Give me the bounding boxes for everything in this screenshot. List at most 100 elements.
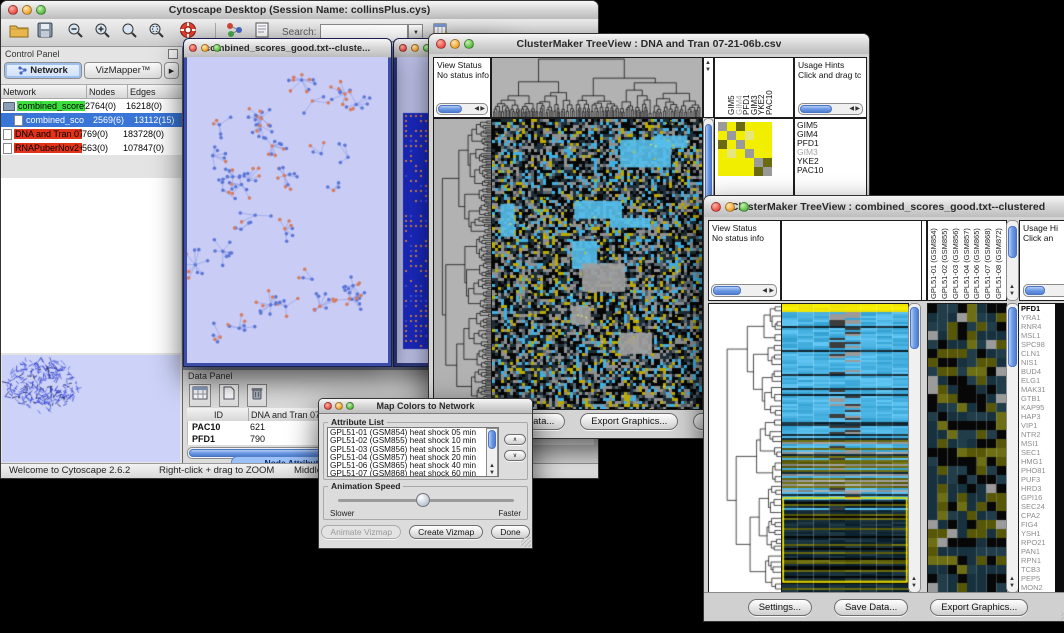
gene-label[interactable]: CLN1 xyxy=(1021,349,1055,358)
scroll-up-icon[interactable]: ▲ xyxy=(705,60,711,66)
gene-label[interactable]: VIP1 xyxy=(1021,421,1055,430)
gene-label[interactable]: SEC1 xyxy=(1021,448,1055,457)
gene-label[interactable]: RPO21 xyxy=(1021,538,1055,547)
zoom-window-icon[interactable] xyxy=(464,39,474,49)
attribute-list-item[interactable]: GPL51-07 (GSM868) heat shock 60 min xyxy=(330,470,496,477)
gene-label[interactable]: GPI16 xyxy=(1021,493,1055,502)
tv2-column-dendrogram[interactable] xyxy=(781,220,922,301)
network-table-row[interactable]: combined_scores_ 2764(0) 16218(0) xyxy=(1,99,182,113)
gene-label[interactable]: FIG4 xyxy=(1021,520,1055,529)
zoom-window-icon[interactable] xyxy=(346,402,354,410)
close-icon[interactable] xyxy=(8,5,18,15)
gene-label[interactable]: YSH1 xyxy=(1021,529,1055,538)
attribute-move-up-button[interactable]: ∧ xyxy=(504,434,526,445)
treeview2-button[interactable]: Save Data... xyxy=(834,599,908,616)
tv2-usage-scrollbar[interactable] xyxy=(1023,284,1064,297)
network-canvas-1[interactable] xyxy=(187,57,388,363)
tv1-column-label[interactable]: YKE2 xyxy=(757,60,765,115)
save-icon[interactable] xyxy=(37,22,53,43)
gene-label[interactable]: BUD4 xyxy=(1021,367,1055,376)
close-icon[interactable] xyxy=(189,44,197,52)
gene-label[interactable]: MSL1 xyxy=(1021,331,1055,340)
tv2-status-scrollbar[interactable]: ◀ ▶ xyxy=(711,284,777,297)
attribute-list-scrollbar[interactable]: ▲ ▼ xyxy=(486,428,498,477)
resize-grip[interactable] xyxy=(521,537,531,547)
gene-label[interactable]: HMG1 xyxy=(1021,457,1055,466)
gene-label[interactable]: TCB3 xyxy=(1021,565,1055,574)
tv1-row-label[interactable]: PAC10 xyxy=(797,166,865,175)
attribute-move-down-button[interactable]: ∨ xyxy=(504,450,526,461)
tv2-heatmap-vscrollbar[interactable]: ▲ ▼ xyxy=(908,303,921,593)
tv1-column-scrollbar[interactable]: ▲ ▼ xyxy=(703,57,714,118)
gene-label[interactable]: NTR2 xyxy=(1021,430,1055,439)
tv2-column-label[interactable]: GPL51-06 (GSM865) xyxy=(972,222,983,299)
scroll-left-icon[interactable]: ◀ xyxy=(849,106,854,112)
minimize-icon[interactable] xyxy=(450,39,460,49)
zoom-window-icon[interactable] xyxy=(213,44,221,52)
tv2-column-label[interactable]: GPL51-03 (GSM856) xyxy=(951,222,962,299)
minimize-icon[interactable] xyxy=(201,44,209,52)
minimize-icon[interactable] xyxy=(411,44,419,52)
gene-label[interactable]: HRD3 xyxy=(1021,484,1055,493)
tv2-heatmap[interactable] xyxy=(781,303,909,593)
scroll-right-icon[interactable]: ▶ xyxy=(769,288,774,294)
network-table-row[interactable]: RNAPuberNov2+ 563(0) 107847(0) xyxy=(1,141,182,155)
scroll-up-icon[interactable]: ▲ xyxy=(489,463,495,469)
scroll-left-icon[interactable]: ◀ xyxy=(762,288,767,294)
gene-label[interactable]: GTB1 xyxy=(1021,394,1055,403)
gene-label[interactable]: KAP95 xyxy=(1021,403,1055,412)
scroll-down-icon[interactable]: ▼ xyxy=(1009,291,1015,297)
tab-vizmapper[interactable]: VizMapper™ xyxy=(84,62,162,79)
animate-vizmap-button[interactable]: Animate Vizmap xyxy=(321,525,401,539)
tv2-column-label[interactable]: GPL51-04 (GSM857) xyxy=(962,222,973,299)
gene-label[interactable]: PEP5 xyxy=(1021,574,1055,583)
gene-label[interactable]: SPC98 xyxy=(1021,340,1055,349)
minimize-icon[interactable] xyxy=(335,402,343,410)
scroll-up-icon[interactable]: ▲ xyxy=(1009,284,1015,290)
close-icon[interactable] xyxy=(324,402,332,410)
scroll-up-icon[interactable]: ▲ xyxy=(911,576,917,582)
dialog-title-bar[interactable]: Map Colors to Network xyxy=(319,399,532,414)
birdseye-canvas[interactable] xyxy=(2,355,180,462)
treeview2-title-bar[interactable]: ClusterMaker TreeView : combined_scores_… xyxy=(704,196,1064,218)
scroll-left-icon[interactable]: ◀ xyxy=(474,106,479,112)
tv1-column-label[interactable]: PAC10 xyxy=(765,60,773,115)
gene-label[interactable]: PAN1 xyxy=(1021,547,1055,556)
treeview1-title-bar[interactable]: ClusterMaker TreeView : DNA and Tran 07-… xyxy=(429,34,869,55)
delete-attribute-trash-icon[interactable] xyxy=(247,384,267,407)
treeview2-button[interactable]: Export Graphics... xyxy=(930,599,1028,616)
gene-label[interactable]: HAP3 xyxy=(1021,412,1055,421)
scroll-up-icon[interactable]: ▲ xyxy=(1009,576,1015,582)
gene-label[interactable]: PUF3 xyxy=(1021,475,1055,484)
gene-label[interactable]: MON2 xyxy=(1021,583,1055,592)
scroll-down-icon[interactable]: ▼ xyxy=(489,470,495,476)
minimize-icon[interactable] xyxy=(22,5,32,15)
treeview2-button[interactable]: Settings... xyxy=(748,599,812,616)
gene-label[interactable]: RNR4 xyxy=(1021,322,1055,331)
gene-label[interactable]: SEC24 xyxy=(1021,502,1055,511)
tv2-column-label[interactable]: GPL51-02 (GSM855) xyxy=(940,222,951,299)
tv1-row-dendrogram[interactable] xyxy=(433,118,493,410)
gene-label[interactable]: MSI1 xyxy=(1021,439,1055,448)
tv2-column-label[interactable]: GPL51-08 (GSM872) xyxy=(994,222,1005,299)
attribute-table-icon[interactable] xyxy=(189,384,211,407)
main-title-bar[interactable]: Cytoscape Desktop (Session Name: collins… xyxy=(1,1,598,20)
tv1-status-scrollbar[interactable]: ◀ ▶ xyxy=(436,103,488,115)
tab-overflow-button[interactable]: ▶ xyxy=(164,62,179,79)
network-window-1-title-bar[interactable]: combined_scores_good.txt--cluste... xyxy=(184,39,391,58)
zoom-in-icon[interactable] xyxy=(94,22,111,44)
network-table-row[interactable]: combined_sco 2569(6) 13112(15) xyxy=(1,113,182,127)
gene-label[interactable]: NIS1 xyxy=(1021,358,1055,367)
scroll-right-icon[interactable]: ▶ xyxy=(480,106,485,112)
scroll-down-icon[interactable]: ▼ xyxy=(911,583,917,589)
tv1-column-label[interactable]: PFD1 xyxy=(742,60,750,115)
close-icon[interactable] xyxy=(436,39,446,49)
open-file-icon[interactable] xyxy=(9,22,29,43)
gene-label[interactable]: ELG1 xyxy=(1021,376,1055,385)
gene-label[interactable]: MAK31 xyxy=(1021,385,1055,394)
scroll-down-icon[interactable]: ▼ xyxy=(705,67,711,73)
tab-network[interactable]: Network xyxy=(4,62,82,79)
zoom-out-icon[interactable] xyxy=(67,22,84,44)
gene-label[interactable]: RPN1 xyxy=(1021,556,1055,565)
treeview1-button[interactable]: Export Graphics... xyxy=(580,413,678,430)
